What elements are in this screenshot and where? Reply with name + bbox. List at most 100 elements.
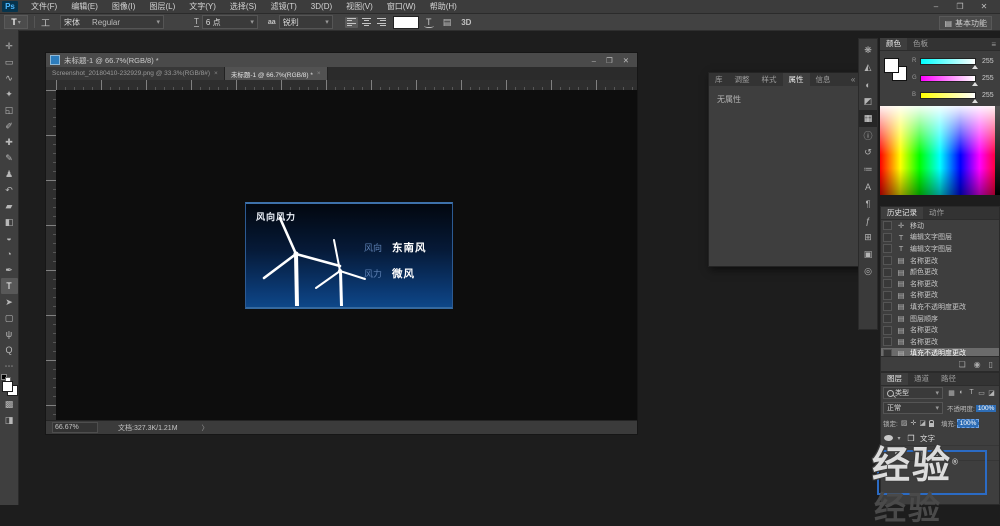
workspace-switcher[interactable]: ▤ 基本功能 xyxy=(939,16,992,30)
gradient-tool-icon[interactable]: ◧ xyxy=(1,214,18,230)
clone-stamp-tool-icon[interactable]: ♟ xyxy=(1,166,18,182)
history-source-checkbox[interactable] xyxy=(883,279,892,288)
panel-tab[interactable]: 调整 xyxy=(729,73,756,86)
canvas[interactable]: 风向风力 风向 xyxy=(56,90,637,421)
paragraph-panel-icon[interactable]: ¶ xyxy=(859,195,877,212)
shape-filter-icon[interactable]: ▭ xyxy=(977,389,986,397)
window-minimize-button[interactable]: – xyxy=(930,2,942,11)
delete-state-icon[interactable]: ▯ xyxy=(989,360,993,369)
pixel-filter-icon[interactable]: ▦ xyxy=(947,389,956,397)
panel-tab[interactable]: 样式 xyxy=(756,73,783,86)
screen-mode-icon[interactable]: ◨ xyxy=(1,412,18,428)
slider-thumb-icon[interactable] xyxy=(972,99,978,103)
slider-thumb-icon[interactable] xyxy=(972,82,978,86)
filter-kind-select[interactable]: 类型 ▾ xyxy=(883,387,943,399)
lightness-strip[interactable] xyxy=(995,106,1000,195)
history-source-checkbox[interactable] xyxy=(883,221,892,230)
panel-tab[interactable]: 色板 xyxy=(907,38,934,50)
window-restore-button[interactable]: ❐ xyxy=(954,2,966,11)
eyedropper-tool-icon[interactable]: ✐ xyxy=(1,118,18,134)
panel-tab[interactable]: 历史记录 xyxy=(881,207,923,219)
history-step[interactable]: ✛ 移动 xyxy=(881,220,999,232)
menu-item[interactable]: 文字(Y) xyxy=(182,0,223,13)
menu-item[interactable]: 图层(L) xyxy=(142,0,182,13)
expand-arrow-icon[interactable]: ▾ xyxy=(896,435,902,442)
new-document-from-state-icon[interactable]: ❏ xyxy=(958,360,965,369)
healing-brush-tool-icon[interactable]: ✚ xyxy=(1,134,18,150)
history-step[interactable]: ▤ 颜色更改 xyxy=(881,266,999,278)
swatches-panel-icon[interactable]: ❋ xyxy=(859,42,877,59)
menu-item[interactable]: 3D(D) xyxy=(304,0,339,13)
menu-item[interactable]: 帮助(H) xyxy=(423,0,464,13)
history-source-checkbox[interactable] xyxy=(883,302,892,311)
history-step[interactable]: T 编辑文字图层 xyxy=(881,243,999,255)
dodge-tool-icon[interactable]: ◔ xyxy=(1,246,18,262)
history-step[interactable]: ▤ 名称更改 xyxy=(881,336,999,348)
timeline-panel-icon[interactable]: ⊞ xyxy=(859,229,877,246)
hand-tool-icon[interactable]: ψ xyxy=(1,326,18,342)
align-center-icon[interactable] xyxy=(360,17,373,28)
history-step[interactable]: ▤ 名称更改 xyxy=(881,324,999,336)
menu-item[interactable]: 编辑(E) xyxy=(64,0,105,13)
menu-item[interactable]: 图像(I) xyxy=(105,0,143,13)
document-tab[interactable]: Screenshot_20180410-232929.png @ 33.3%(R… xyxy=(46,67,225,80)
history-source-checkbox[interactable] xyxy=(883,244,892,253)
history-step[interactable]: T 编辑文字图层 xyxy=(881,232,999,244)
marquee-tool-icon[interactable]: ▭ xyxy=(1,54,18,70)
type-tool-icon[interactable]: T xyxy=(1,278,18,294)
styles-panel-icon[interactable]: ◩ xyxy=(859,93,877,110)
history-step[interactable]: ▤ 图层顺序 xyxy=(881,313,999,325)
visibility-eye-icon[interactable] xyxy=(884,435,893,441)
doc-restore-button[interactable]: ❐ xyxy=(606,56,613,65)
menu-item[interactable]: 窗口(W) xyxy=(380,0,423,13)
menu-item[interactable]: 选择(S) xyxy=(223,0,264,13)
crop-tool-icon[interactable]: ◱ xyxy=(1,102,18,118)
foreground-color-swatch[interactable] xyxy=(884,58,899,73)
anti-alias-select[interactable]: 锐利 ▾ xyxy=(279,15,333,29)
panel-tab[interactable]: 库 xyxy=(709,73,729,86)
adjustments-panel-icon[interactable]: ◐ xyxy=(859,76,877,93)
lasso-tool-icon[interactable]: ∿ xyxy=(1,70,18,86)
lock-transparent-icon[interactable]: ▨ xyxy=(901,419,908,427)
eraser-tool-icon[interactable]: ▰ xyxy=(1,198,18,214)
color-spectrum-picker[interactable] xyxy=(880,106,1000,195)
panel-tab[interactable]: 属性 xyxy=(783,73,810,86)
history-source-checkbox[interactable] xyxy=(883,268,892,277)
collapse-panel-icon[interactable]: « xyxy=(851,75,855,84)
menu-item[interactable]: 滤镜(T) xyxy=(264,0,304,13)
history-panel-icon[interactable]: ↺ xyxy=(859,144,877,161)
panel-tab[interactable]: 通道 xyxy=(908,373,935,385)
type-filter-icon[interactable]: T xyxy=(967,389,976,397)
history-source-checkbox[interactable] xyxy=(883,314,892,323)
slider-thumb-icon[interactable] xyxy=(972,65,978,69)
zoom-tool-icon[interactable]: Q xyxy=(1,342,18,358)
blur-tool-icon[interactable]: ◒ xyxy=(1,230,18,246)
panel-tab[interactable]: 路径 xyxy=(935,373,962,385)
quick-mask-icon[interactable]: ▩ xyxy=(1,396,18,412)
layer-row[interactable]: ▾ ❒ 文字 xyxy=(881,431,999,446)
blend-mode-select[interactable]: 正常 ▾ xyxy=(883,402,943,414)
current-tool-button[interactable]: T ▾ xyxy=(4,15,28,29)
document-titlebar[interactable]: 未标题-1 @ 66.7%(RGB/8) * – ❐ ✕ xyxy=(46,53,637,67)
tab-close-icon[interactable]: × xyxy=(214,70,218,77)
history-step[interactable]: ▤ 填充不透明度更改 xyxy=(881,301,999,313)
glyphs-panel-icon[interactable]: ƒ xyxy=(859,212,877,229)
quick-selection-tool-icon[interactable]: ✦ xyxy=(1,86,18,102)
actions-panel-icon[interactable]: ≔ xyxy=(859,161,877,178)
align-left-icon[interactable] xyxy=(345,17,358,28)
history-step[interactable]: ▤ 名称更改 xyxy=(881,278,999,290)
menu-item[interactable]: 文件(F) xyxy=(24,0,64,13)
libraries-panel-icon[interactable]: ◭ xyxy=(859,59,877,76)
character-panel-icon[interactable]: A xyxy=(859,178,877,195)
history-step[interactable]: ▤ 名称更改 xyxy=(881,255,999,267)
tab-close-icon[interactable]: × xyxy=(317,70,321,77)
new-snapshot-icon[interactable]: ◉ xyxy=(974,360,981,369)
history-source-checkbox[interactable] xyxy=(883,233,892,242)
font-family-select[interactable]: 宋体 Regular ▾ xyxy=(60,15,164,29)
3d-button[interactable]: 3D xyxy=(461,18,471,27)
zoom-level-field[interactable]: 66.67% xyxy=(52,422,98,433)
adjustment-filter-icon[interactable]: ◐ xyxy=(957,389,966,397)
history-source-checkbox[interactable] xyxy=(883,326,892,335)
smart-object-filter-icon[interactable]: ◪ xyxy=(987,389,996,397)
text-color-swatch[interactable] xyxy=(393,16,419,29)
